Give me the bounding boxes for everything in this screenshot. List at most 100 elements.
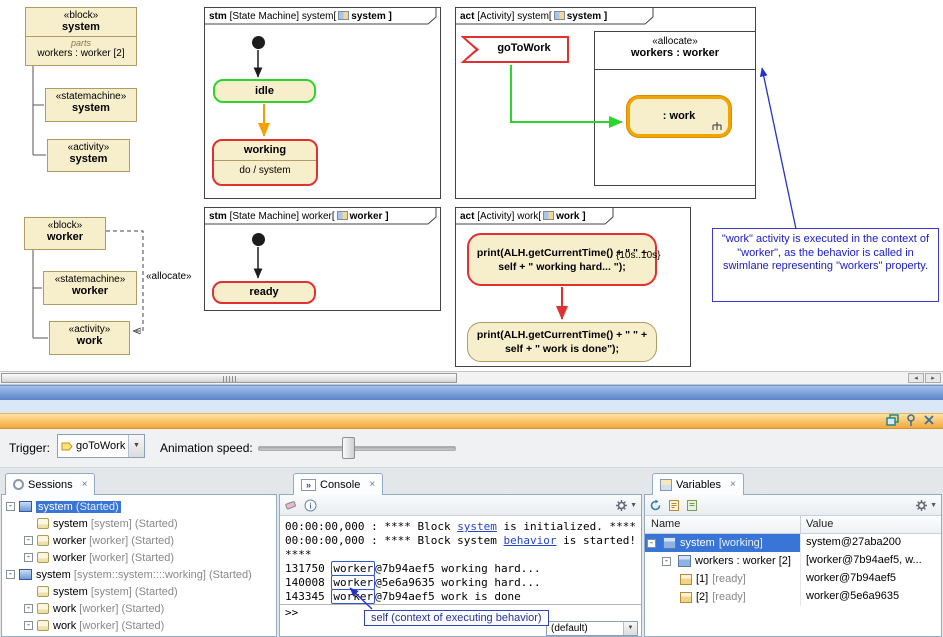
frame-keyword: stm: [209, 211, 227, 222]
clear-console-icon[interactable]: [284, 499, 298, 511]
frame-header: stm [State Machine] worker[worker ]: [205, 208, 403, 225]
statemachine-worker-box[interactable]: «statemachine» worker: [43, 271, 137, 305]
session-row[interactable]: system [system] (Started): [2, 515, 276, 532]
variable-row[interactable]: -workers : worker [2][worker@7b94aef5, w…: [645, 552, 941, 570]
initial-node[interactable]: [252, 36, 265, 49]
pane-splitter[interactable]: [0, 385, 943, 400]
behavior-icon: [37, 586, 49, 597]
console-output: 00:00:00,000 : **** Block system is init…: [280, 517, 641, 605]
console-text: 140008: [285, 576, 331, 589]
state-working[interactable]: working do / system: [212, 139, 318, 186]
session-row[interactable]: -worker [worker] (Started): [2, 532, 276, 549]
dropdown-arrow-icon[interactable]: ▼: [128, 435, 144, 457]
refresh-icon[interactable]: [649, 499, 662, 512]
dropdown-arrow-icon[interactable]: ▼: [930, 502, 937, 509]
tree-expander-icon[interactable]: -: [6, 570, 15, 579]
tree-expander-icon[interactable]: -: [6, 502, 15, 511]
close-icon[interactable]: ×: [369, 479, 375, 490]
session-row[interactable]: -system (Started): [2, 498, 276, 515]
variable-row[interactable]: -system[working]system@27aba200: [645, 534, 941, 552]
frame-keyword: stm: [209, 11, 227, 22]
window-pin-icon[interactable]: [904, 414, 920, 428]
column-divider[interactable]: [800, 516, 801, 533]
console-link[interactable]: system: [457, 520, 497, 533]
tab-sessions[interactable]: Sessions ×: [5, 473, 95, 495]
variable-icon: [680, 592, 692, 603]
info-icon[interactable]: i: [304, 499, 317, 512]
window-float-icon[interactable]: [886, 414, 902, 428]
compartment-label: parts: [26, 38, 136, 48]
variable-name: workers : worker [2]: [695, 555, 791, 567]
horizontal-scrollbar[interactable]: ◂ ▸: [0, 371, 943, 385]
tree-expander-icon[interactable]: -: [24, 536, 33, 545]
session-row[interactable]: system [system] (Started): [2, 583, 276, 600]
scrollbar-grip: [223, 376, 237, 382]
scroll-left-button[interactable]: ◂: [908, 373, 924, 383]
signal-accept-gotowork[interactable]: goToWork: [461, 35, 571, 65]
session-row[interactable]: -system [system::system::::working] (Sta…: [2, 566, 276, 583]
column-name: Name: [651, 518, 680, 530]
variable-row[interactable]: [2][ready]worker@5e6a9635: [645, 588, 941, 606]
console-toolbar: i ▼: [280, 495, 641, 516]
scroll-right-button[interactable]: ▸: [925, 373, 941, 383]
tree-expander-icon[interactable]: -: [647, 539, 656, 548]
statemachine-system-box[interactable]: «statemachine» system: [45, 88, 137, 122]
tab-variables[interactable]: Variables ×: [652, 473, 744, 495]
block-worker[interactable]: «block» worker: [24, 217, 106, 250]
console-line: 00:00:00,000 : **** Block system behavio…: [285, 534, 636, 562]
scrollbar-thumb[interactable]: [1, 373, 457, 383]
initial-node[interactable]: [252, 233, 265, 246]
gear-icon[interactable]: [915, 499, 928, 512]
window-close-icon[interactable]: [922, 414, 938, 428]
close-icon[interactable]: ×: [730, 479, 736, 490]
behavior-icon: [37, 620, 49, 631]
console-highlighted-term[interactable]: worker: [331, 575, 375, 590]
sessions-body: -system (Started)system [system] (Starte…: [1, 494, 277, 637]
tab-console[interactable]: » Console ×: [293, 473, 383, 495]
tree-expander-icon[interactable]: -: [24, 621, 33, 630]
session-row[interactable]: -work [worker] (Started): [2, 617, 276, 634]
signal-icon: [61, 441, 73, 452]
activity-work-box[interactable]: «activity» work: [49, 321, 130, 355]
variables-rows: -system[working]system@27aba200-workers …: [645, 534, 941, 606]
print-action-work-done[interactable]: print(ALH.getCurrentTime() + " " + self …: [467, 322, 657, 362]
tree-expander-icon[interactable]: -: [24, 604, 33, 613]
variable-state: [ready]: [712, 591, 746, 603]
variables-table-header[interactable]: Name Value: [645, 516, 941, 534]
gear-icon[interactable]: [615, 499, 628, 512]
export-icon[interactable]: [668, 499, 680, 512]
tree-expander-icon[interactable]: -: [662, 557, 671, 566]
animation-speed-slider[interactable]: [258, 446, 456, 451]
tree-expander-icon[interactable]: -: [24, 553, 33, 562]
options-icon[interactable]: [686, 499, 698, 512]
console-highlighted-term[interactable]: worker: [331, 561, 375, 576]
dropdown-arrow-icon[interactable]: ▼: [623, 622, 637, 635]
call-behavior-action-work[interactable]: : work: [627, 96, 731, 137]
action-code-line: self + " working hard... ");: [469, 260, 655, 274]
frame-header: act [Activity] work[work ]: [456, 208, 600, 225]
variable-name: [2]: [696, 591, 708, 603]
variable-row[interactable]: [1][ready]worker@7b94aef5: [645, 570, 941, 588]
state-ready[interactable]: ready: [212, 281, 316, 304]
slider-thumb[interactable]: [342, 437, 355, 459]
block-system[interactable]: «block» system parts workers : worker [2…: [25, 7, 137, 66]
trigger-dropdown[interactable]: goToWork ▼: [57, 434, 145, 458]
close-icon[interactable]: ×: [82, 479, 88, 490]
state-name: working: [214, 141, 316, 161]
diagram-icon: [554, 11, 565, 20]
frame-keyword: act: [460, 211, 474, 222]
console-context-dropdown[interactable]: (default) ▼: [546, 621, 638, 636]
trigger-value: goToWork: [76, 440, 125, 452]
activity-system-box[interactable]: «activity» system: [47, 139, 130, 172]
console-link[interactable]: behavior: [504, 534, 557, 547]
part-property: workers : worker [2]: [26, 48, 136, 59]
variables-panel: Variables × ▼: [644, 473, 942, 637]
console-text: 00:00:00,000 : **** Block: [285, 520, 457, 533]
session-row[interactable]: -worker [worker] (Started): [2, 549, 276, 566]
console-highlighted-term[interactable]: worker: [331, 589, 375, 604]
state-idle[interactable]: idle: [213, 79, 316, 103]
variable-value: worker@7b94aef5: [806, 572, 896, 584]
dropdown-arrow-icon[interactable]: ▼: [630, 502, 637, 509]
annotation-note[interactable]: "work" activity is executed in the conte…: [712, 228, 939, 302]
session-row[interactable]: -work [worker] (Started): [2, 600, 276, 617]
